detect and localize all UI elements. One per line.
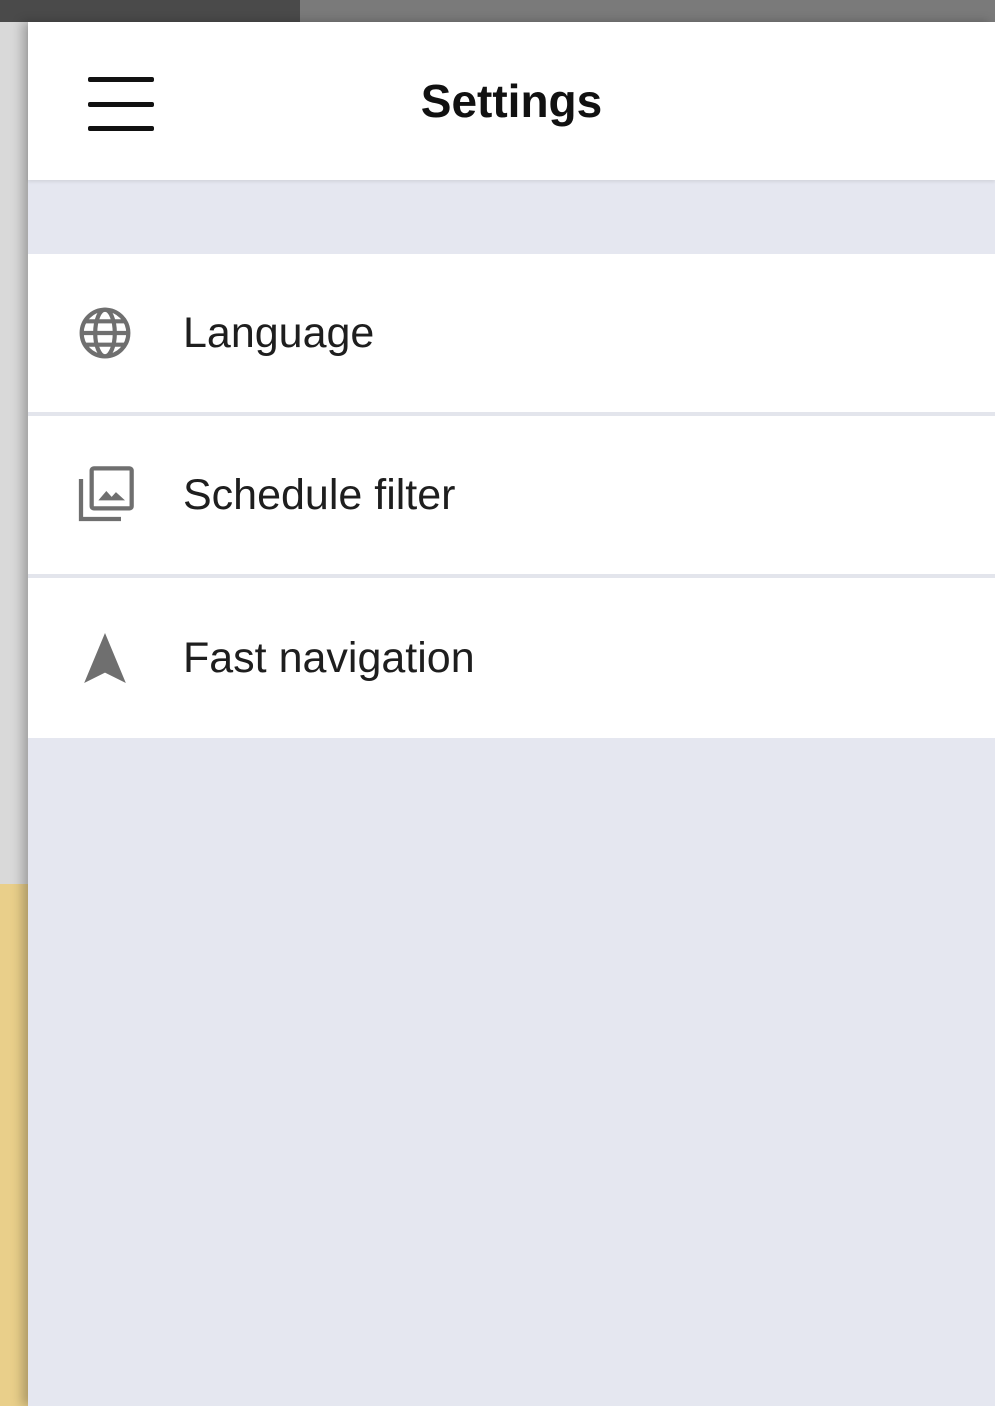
- settings-item-schedule-filter[interactable]: Schedule filter: [28, 416, 995, 578]
- page-title: Settings: [420, 75, 603, 127]
- settings-drawer: Settings Language Schedule filter Fast n…: [28, 22, 995, 1406]
- settings-item-label: Fast navigation: [183, 633, 475, 682]
- settings-item-label: Language: [183, 308, 375, 357]
- settings-item-fast-navigation[interactable]: Fast navigation: [28, 578, 995, 738]
- settings-item-label: Schedule filter: [183, 470, 456, 519]
- globe-icon: [72, 300, 138, 366]
- backdrop-top-left: [0, 0, 300, 22]
- app-bar: Settings: [28, 22, 995, 180]
- settings-list: Language Schedule filter Fast navigation: [28, 254, 995, 738]
- photo-library-icon: [72, 462, 138, 528]
- navigation-arrow-icon: [72, 625, 138, 691]
- settings-item-language[interactable]: Language: [28, 254, 995, 416]
